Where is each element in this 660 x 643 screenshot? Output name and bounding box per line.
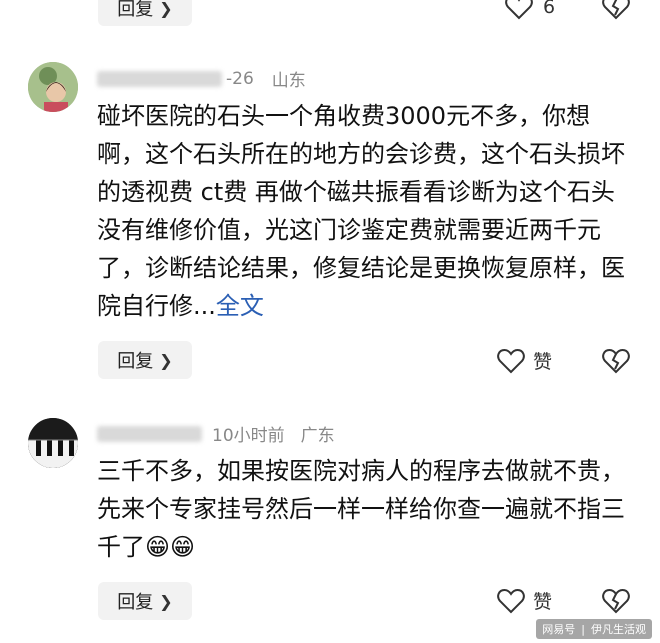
username-blurred[interactable] [97, 70, 222, 87]
chevron-right-icon: ❯ [159, 591, 173, 611]
comment-body: 碰坏医院的石头一个角收费3000元不多，你想啊，这个石头所在的地方的会诊费，这个… [97, 102, 625, 320]
watermark-author: 伊凡生活观 [591, 623, 646, 636]
chevron-right-icon: ❯ [159, 0, 173, 18]
dislike-button-top[interactable] [602, 0, 630, 24]
comment-meta: 10小时前 广东 [97, 421, 335, 446]
like-label: 赞 [533, 591, 553, 613]
avatar[interactable] [28, 62, 78, 112]
expand-full-text-link[interactable]: 全文 [216, 292, 264, 320]
avatar[interactable] [28, 418, 78, 468]
username-blurred[interactable] [97, 425, 202, 442]
reply-label: 回复 [117, 0, 154, 20]
watermark: 网易号 | 伊凡生活观 [536, 619, 652, 639]
chevron-right-icon: ❯ [159, 350, 173, 370]
comment-text: 三千不多，如果按医院对病人的程序去做就不贵，先来个专家挂号然后一样一样给你查一遍… [97, 452, 637, 566]
watermark-source: 网易号 [542, 623, 576, 636]
comment-location: 广东 [300, 426, 335, 446]
comment-time: 10小时前 [212, 426, 285, 446]
reply-label: 回复 [117, 592, 154, 613]
heart-icon [497, 588, 525, 613]
like-count: 6 [543, 0, 556, 18]
like-button[interactable]: 赞 [497, 347, 552, 374]
broken-heart-icon [602, 348, 630, 374]
avatar-image [28, 62, 78, 112]
dislike-button[interactable] [602, 588, 630, 618]
broken-heart-icon [602, 588, 630, 614]
heart-icon [497, 348, 525, 373]
reply-button-top[interactable]: 回复 ❯ [98, 0, 192, 26]
broken-heart-icon [602, 0, 630, 20]
comment-text: 碰坏医院的石头一个角收费3000元不多，你想啊，这个石头所在的地方的会诊费，这个… [97, 97, 637, 325]
reply-button[interactable]: 回复 ❯ [98, 341, 192, 379]
avatar-image [28, 418, 78, 468]
grin-emoji: 😁😁 [145, 533, 196, 561]
watermark-divider: | [581, 622, 585, 636]
dislike-button[interactable] [602, 348, 630, 378]
like-button[interactable]: 赞 [497, 587, 552, 614]
comment-meta: -26 山东 [97, 66, 306, 91]
like-button-top[interactable]: 6 [505, 0, 555, 20]
heart-icon [505, 0, 533, 20]
comment-location: 山东 [271, 71, 306, 91]
reply-button[interactable]: 回复 ❯ [98, 582, 192, 620]
like-label: 赞 [533, 351, 553, 373]
comment-time: -26 [226, 68, 254, 89]
reply-label: 回复 [117, 351, 154, 372]
